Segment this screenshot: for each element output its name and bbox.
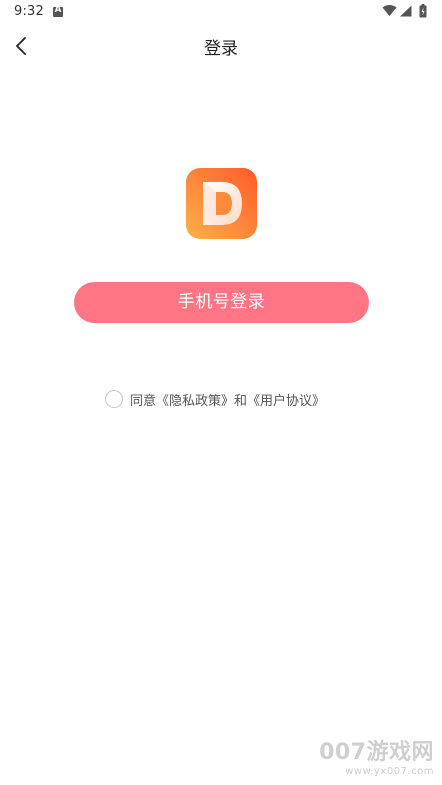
watermark-brand: 007游戏网	[319, 740, 434, 765]
agreement-text: 同意《隐私政策》和《用户协议》	[130, 390, 325, 409]
watermark: 007游戏网 www.yx007.com	[319, 740, 434, 777]
status-time: 9:32	[14, 4, 44, 19]
nav-bar: 登录	[0, 26, 442, 66]
battery-icon	[419, 4, 427, 18]
agreement-checkbox[interactable]	[105, 390, 123, 408]
watermark-url: www.yx007.com	[345, 766, 434, 777]
status-bar: 9:32	[0, 0, 442, 26]
app-logo	[186, 168, 257, 239]
agreement-prefix: 同意	[130, 393, 157, 409]
agreement-row: 同意《隐私政策》和《用户协议》	[105, 389, 325, 409]
page-title: 登录	[204, 39, 238, 59]
notification-a-icon	[53, 5, 63, 17]
privacy-policy-link[interactable]: 《隐私政策》	[156, 394, 234, 409]
signal-icon	[400, 5, 412, 17]
phone-login-button[interactable]: 手机号登录	[74, 282, 369, 323]
wifi-icon	[382, 5, 397, 16]
user-agreement-link[interactable]: 《用户协议》	[247, 394, 325, 409]
agreement-conjunction: 和	[234, 393, 248, 409]
